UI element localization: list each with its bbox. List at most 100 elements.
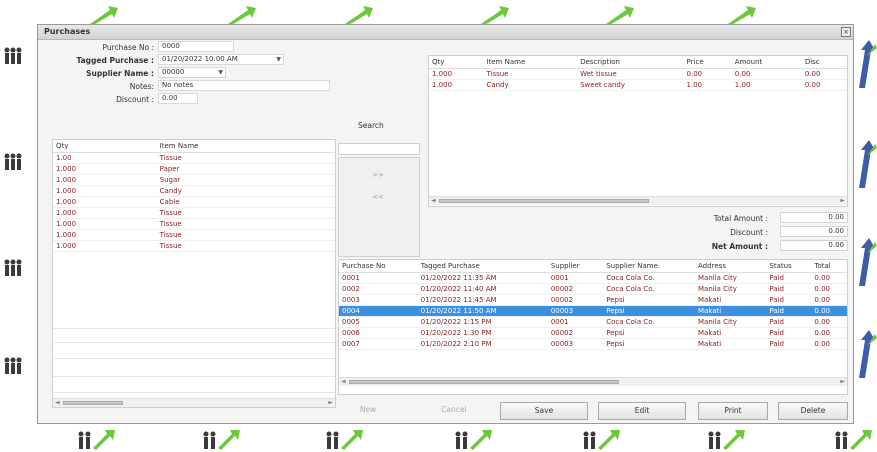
table-cell: 0.00: [811, 338, 847, 350]
items-grid[interactable]: Qty Item Name 1.00 Tissue 1.000 Paper 1.000 Su…: [52, 139, 336, 408]
column-header[interactable]: Address: [695, 260, 767, 273]
table-row[interactable]: 0002 01/20/2022 11:40 AM 00002 Coca Cola Co…: [339, 283, 847, 295]
table-cell: 1.00: [53, 152, 157, 164]
close-button[interactable]: ×: [841, 27, 851, 37]
scroll-thumb[interactable]: [63, 401, 123, 405]
scroll-thumb[interactable]: [439, 199, 649, 203]
table-row[interactable]: 1.000 Tissue: [53, 207, 335, 219]
table-row[interactable]: 1.000 Sugar: [53, 174, 335, 186]
table-cell: Paid: [766, 305, 812, 317]
total-amount-field: 0.00: [780, 212, 848, 223]
table-cell: 01/20/2022 11:45 AM: [417, 294, 548, 306]
arrow-icon: [345, 6, 373, 26]
table-row[interactable]: 1.000 Tissue: [53, 240, 335, 252]
table-row[interactable]: 0006 01/20/2022 1:30 PM 00002 Pepsi Makati Pa…: [339, 327, 847, 339]
column-header[interactable]: Qty: [53, 140, 157, 153]
table-row[interactable]: 0003 01/20/2022 11:45 AM 00002 Pepsi Makati P…: [339, 294, 847, 306]
table-row[interactable]: 1.000 Candy: [53, 185, 335, 197]
detail-grid[interactable]: Qty Item Name Description Price Amount Disc 1…: [428, 55, 848, 207]
new-button[interactable]: New: [340, 402, 396, 420]
column-header[interactable]: Purchase No: [339, 260, 418, 273]
table-cell: 0.00: [683, 68, 732, 80]
table-cell: 0.00: [801, 79, 847, 91]
column-header[interactable]: Supplier Name: [603, 260, 695, 273]
table-cell: 1.000: [53, 229, 157, 241]
column-header[interactable]: Supplier: [547, 260, 604, 273]
purchase-no-label: Purchase No :: [102, 43, 154, 52]
table-cell: 0001: [339, 272, 418, 284]
column-header[interactable]: Description: [577, 56, 684, 69]
grid-divider: [53, 328, 335, 329]
table-cell: Tissue: [483, 68, 578, 80]
window-title: Purchases: [44, 27, 91, 36]
scroll-left-icon[interactable]: ◄: [55, 399, 60, 406]
net-amount-field: 0.00: [780, 240, 848, 251]
column-header[interactable]: Item Name: [483, 56, 578, 69]
list-hscroll[interactable]: ◄ ►: [339, 377, 847, 386]
table-cell: 00003: [547, 338, 604, 350]
column-header[interactable]: Tagged Purchase: [417, 260, 548, 273]
table-cell: Paid: [766, 272, 812, 284]
table-cell: 00002: [547, 283, 604, 295]
people-icon: [4, 259, 22, 276]
table-cell: 01/20/2022 11:35 AM: [417, 272, 548, 284]
table-cell: Manila City: [695, 316, 767, 328]
notes-field[interactable]: No notes: [158, 80, 330, 91]
table-row[interactable]: 0005 01/20/2022 1:15 PM 0001 Coca Cola Co. M…: [339, 316, 847, 328]
table-cell: 0.00: [811, 327, 847, 339]
arrow-icon: [228, 6, 256, 26]
table-row[interactable]: 0004 01/20/2022 11:50 AM 00003 Pepsi Makati P…: [339, 305, 847, 317]
add-item-button[interactable]: >>: [348, 171, 408, 179]
table-row[interactable]: 0001 01/20/2022 11:35 AM 0001 Coca Cola Co.…: [339, 272, 847, 284]
table-row[interactable]: 0007 01/20/2022 2:10 PM 00003 Pepsi Makati Pa…: [339, 338, 847, 350]
purchases-window: Purchases × Purchase No : 0000 Tagged Pu…: [37, 24, 854, 424]
table-cell: Makati: [695, 294, 767, 306]
arrow-icon: [90, 6, 118, 26]
discount-field[interactable]: 0.00: [158, 93, 198, 104]
purchases-list-grid[interactable]: Purchase No Tagged Purchase Supplier Suppli…: [338, 259, 848, 395]
table-row[interactable]: 1.000 Tissue: [53, 218, 335, 230]
column-header[interactable]: Status: [766, 260, 812, 273]
scroll-thumb[interactable]: [349, 380, 619, 384]
column-header[interactable]: Item Name: [156, 140, 335, 153]
save-button[interactable]: Save: [500, 402, 588, 420]
column-header[interactable]: Amount: [731, 56, 802, 69]
table-row[interactable]: 1.000 Candy Sweet candy 1.00 1.00 0.00: [429, 79, 847, 91]
table-cell: 01/20/2022 11:50 AM: [417, 305, 548, 317]
remove-item-button[interactable]: <<: [348, 193, 408, 201]
supplier-select[interactable]: 00000 ▼: [158, 67, 226, 78]
table-row[interactable]: 1.000 Cable: [53, 196, 335, 208]
column-header[interactable]: Qty: [429, 56, 484, 69]
tagged-purchase-picker[interactable]: 01/20/2022 10:00 AM ▼: [158, 54, 284, 65]
table-cell: 0.00: [811, 272, 847, 284]
edit-button[interactable]: Edit: [598, 402, 686, 420]
items-hscroll[interactable]: ◄ ►: [53, 398, 335, 407]
arrow-icon: [859, 40, 877, 88]
scroll-left-icon[interactable]: ◄: [341, 378, 346, 385]
table-cell: Pepsi: [603, 294, 695, 306]
table-cell: Makati: [695, 305, 767, 317]
detail-hscroll[interactable]: ◄ ►: [429, 196, 847, 205]
table-row[interactable]: 1.000 Paper: [53, 163, 335, 175]
arrow-icon: [859, 140, 877, 188]
column-header[interactable]: Price: [683, 56, 732, 69]
column-header[interactable]: Total: [811, 260, 847, 273]
scroll-right-icon[interactable]: ►: [840, 197, 845, 204]
search-input[interactable]: [338, 143, 420, 155]
people-icon: [583, 430, 620, 450]
delete-button[interactable]: Delete: [778, 402, 848, 420]
scroll-right-icon[interactable]: ►: [840, 378, 845, 385]
grid-divider: [53, 392, 335, 393]
table-row[interactable]: 1.000 Tissue: [53, 229, 335, 241]
table-row[interactable]: 1.00 Tissue: [53, 152, 335, 164]
print-button[interactable]: Print: [698, 402, 768, 420]
cancel-button[interactable]: Cancel: [424, 402, 484, 420]
scroll-left-icon[interactable]: ◄: [431, 197, 436, 204]
column-header[interactable]: Disc: [801, 56, 847, 69]
table-cell: Paid: [766, 283, 812, 295]
arrow-icon: [728, 6, 756, 26]
table-cell: 01/20/2022 11:40 AM: [417, 283, 548, 295]
scroll-right-icon[interactable]: ►: [328, 399, 333, 406]
purchase-no-field[interactable]: 0000: [158, 41, 234, 52]
table-row[interactable]: 1.000 Tissue Wet tissue 0.00 0.00 0.00: [429, 68, 847, 80]
